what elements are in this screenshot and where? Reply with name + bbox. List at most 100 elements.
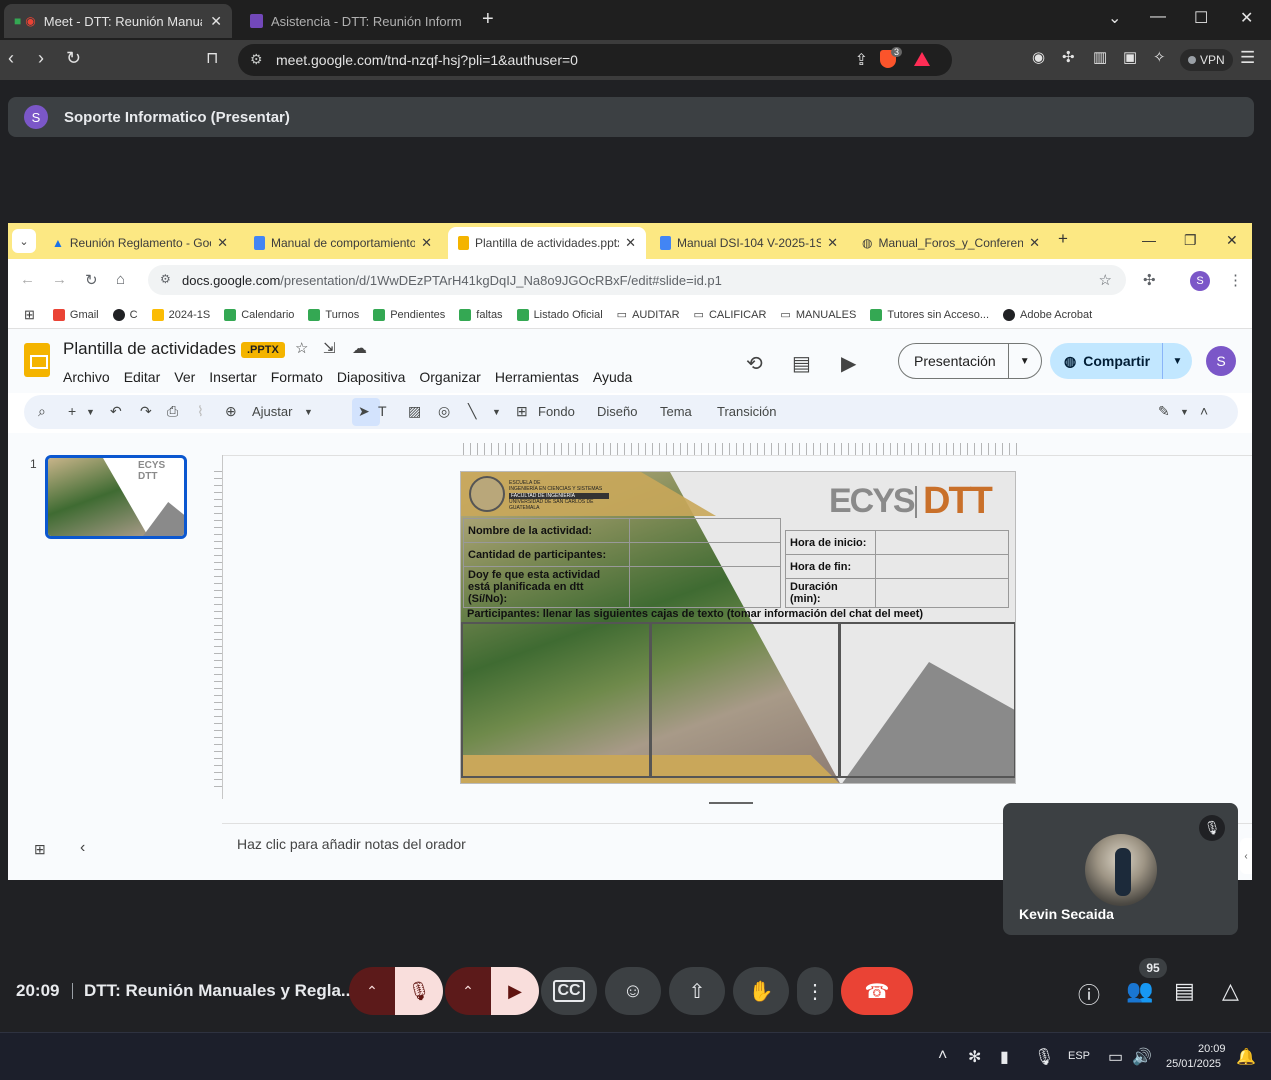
new-slide-icon[interactable]: + — [68, 403, 76, 419]
menu-ver[interactable]: Ver — [174, 369, 195, 385]
forward-icon[interactable]: → — [52, 271, 67, 288]
transition-button[interactable]: Transición — [717, 404, 776, 419]
inner-tab-active[interactable]: Plantilla de actividades.pptx ✕ — [448, 227, 646, 259]
profile-avatar[interactable]: S — [1190, 271, 1210, 291]
extension-icon[interactable]: ◉ — [1032, 48, 1045, 66]
clock-date[interactable]: 25/01/2025 — [1166, 1058, 1221, 1070]
comments-icon[interactable]: ▤ — [792, 351, 811, 376]
tab-meet[interactable]: ■ ◉ Meet - DTT: Reunión Manuales ✕ — [4, 4, 232, 38]
table-cell-empty[interactable] — [629, 518, 781, 543]
menu-diapositiva[interactable]: Diapositiva — [337, 369, 405, 385]
participant-text-box[interactable] — [650, 622, 840, 778]
bookmark-calificar[interactable]: ▭ CALIFICAR — [694, 308, 767, 322]
apps-icon[interactable]: ⊞ — [24, 307, 35, 323]
table-cell-empty[interactable] — [629, 566, 781, 608]
bookmark-listado[interactable]: Listado Oficial — [516, 308, 603, 321]
chat-icon[interactable]: ▤ — [1174, 978, 1195, 1004]
camera-off-icon[interactable]: ▶ — [491, 967, 539, 1015]
close-tab-icon[interactable]: ✕ — [827, 235, 838, 251]
slide[interactable]: ESCUELA DE INGENIERÍA EN CIENCIAS Y SIST… — [460, 471, 1016, 784]
display-icon[interactable]: ▭ — [1108, 1047, 1123, 1067]
share-icon[interactable]: ⇪ — [855, 50, 868, 70]
minimize-icon[interactable]: — — [1142, 232, 1156, 248]
mic-off-icon[interactable]: 🎙 — [395, 967, 443, 1015]
table-cell-empty[interactable] — [875, 578, 1009, 608]
table-cell-empty[interactable] — [875, 530, 1009, 555]
bookmark-gmail[interactable]: Gmail — [52, 308, 99, 321]
back-icon[interactable]: ← — [20, 271, 35, 288]
activities-icon[interactable]: △ — [1222, 978, 1239, 1004]
bookmark-acrobat[interactable]: Adobe Acrobat — [1003, 308, 1092, 321]
bookmark-manuales[interactable]: ▭ MANUALES — [780, 308, 856, 322]
background-button[interactable]: Fondo — [538, 404, 575, 419]
close-tab-icon[interactable]: ✕ — [421, 235, 432, 251]
performance-icon[interactable]: ▮ — [1000, 1047, 1009, 1067]
bookmark-c[interactable]: C — [112, 308, 138, 321]
new-tab-button[interactable]: + — [482, 8, 494, 31]
close-tab-icon[interactable]: ✕ — [1029, 235, 1040, 251]
chevron-down-icon[interactable]: ▼ — [86, 407, 95, 417]
share-button[interactable]: ◍ Compartir ▼ — [1050, 343, 1192, 379]
close-window-icon[interactable]: ✕ — [1226, 232, 1238, 249]
chevron-down-icon[interactable]: ▼ — [1007, 344, 1041, 378]
theme-button[interactable]: Tema — [660, 404, 692, 419]
menu-icon[interactable]: ☰ — [1240, 48, 1255, 68]
participant-text-box[interactable] — [839, 622, 1015, 778]
close-window-icon[interactable]: ✕ — [1240, 8, 1253, 28]
tab-asistencia[interactable]: Asistencia - DTT: Reunión Informativa — [240, 4, 472, 38]
leo-ai-icon[interactable]: ✧ — [1153, 48, 1166, 66]
camera-options-chevron-icon[interactable]: ⌃ — [445, 967, 491, 1015]
maximize-icon[interactable]: ☐ — [1194, 8, 1208, 28]
pen-icon[interactable]: ✎ — [1158, 403, 1170, 420]
resize-handle[interactable] — [709, 802, 753, 804]
slide-thumbnail[interactable]: ECYS DTT — [45, 455, 187, 539]
menu-organizar[interactable]: Organizar — [419, 369, 480, 385]
version-history-icon[interactable]: ⟲ — [746, 351, 763, 376]
tab-list-icon[interactable]: ⌄ — [12, 229, 36, 253]
notifications-icon[interactable]: 🔔 — [1236, 1047, 1256, 1067]
bookmark-calendario[interactable]: Calendario — [224, 308, 294, 321]
close-tab-icon[interactable]: ✕ — [210, 13, 222, 30]
grid-view-icon[interactable]: ⊞ — [34, 841, 46, 858]
select-cursor-icon[interactable]: ➤ — [358, 403, 370, 420]
people-icon[interactable]: 👥 — [1126, 978, 1153, 1004]
menu-herramientas[interactable]: Herramientas — [495, 369, 579, 385]
menu-formato[interactable]: Formato — [271, 369, 323, 385]
reload-icon[interactable]: ↻ — [85, 271, 98, 289]
bookmark-faltas[interactable]: faltas — [459, 308, 503, 321]
slides-logo-icon[interactable] — [24, 343, 50, 377]
new-tab-button[interactable]: + — [1058, 229, 1068, 249]
account-avatar[interactable]: S — [1206, 346, 1236, 376]
home-icon[interactable]: ⌂ — [116, 271, 125, 288]
reactions-button[interactable]: ☺ — [605, 967, 661, 1015]
collapse-toolbar-icon[interactable]: ˄ — [1200, 403, 1208, 419]
meet-camera-icon[interactable]: ▶ — [841, 351, 856, 376]
paint-format-icon[interactable]: ⌇ — [197, 403, 204, 420]
bookmark-auditar[interactable]: ▭ AUDITAR — [617, 308, 680, 322]
menu-editar[interactable]: Editar — [124, 369, 161, 385]
puzzle-icon[interactable]: ✣ — [1062, 48, 1075, 66]
table-cell-empty[interactable] — [875, 554, 1009, 579]
zoom-icon[interactable]: ⊕ — [225, 403, 237, 420]
print-icon[interactable]: ⎙ — [167, 403, 178, 420]
collapse-filmstrip-icon[interactable]: ‹ — [80, 839, 85, 857]
image-icon[interactable]: ▨ — [408, 403, 421, 420]
address-bar[interactable]: ⚙ meet.google.com/tnd-nzqf-hsj?pli=1&aut… — [238, 44, 952, 76]
extensions-icon[interactable]: ✣ — [1143, 271, 1156, 289]
inner-tab[interactable]: ◍ Manual_Foros_y_Conferencias ✕ — [852, 227, 1050, 259]
back-icon[interactable]: ‹ — [8, 48, 14, 69]
wallet-icon[interactable]: ▣ — [1123, 48, 1137, 66]
cloud-status-icon[interactable]: ☁ — [352, 339, 367, 357]
language-indicator[interactable]: ESP — [1068, 1050, 1090, 1062]
undo-icon[interactable]: ↶ — [110, 403, 122, 420]
network-icon[interactable]: ✻ — [968, 1047, 981, 1067]
menu-archivo[interactable]: Archivo — [63, 369, 110, 385]
line-icon[interactable]: ╲ — [468, 403, 476, 420]
search-icon[interactable]: ⌕ — [38, 403, 46, 420]
mic-options-chevron-icon[interactable]: ⌃ — [349, 967, 395, 1015]
star-icon[interactable]: ☆ — [295, 339, 308, 357]
site-settings-icon[interactable]: ⚙ — [250, 51, 263, 68]
chevron-down-icon[interactable]: ▼ — [304, 407, 313, 417]
kebab-menu-icon[interactable]: ⋮ — [1228, 271, 1243, 289]
table-cell-empty[interactable] — [629, 542, 781, 567]
